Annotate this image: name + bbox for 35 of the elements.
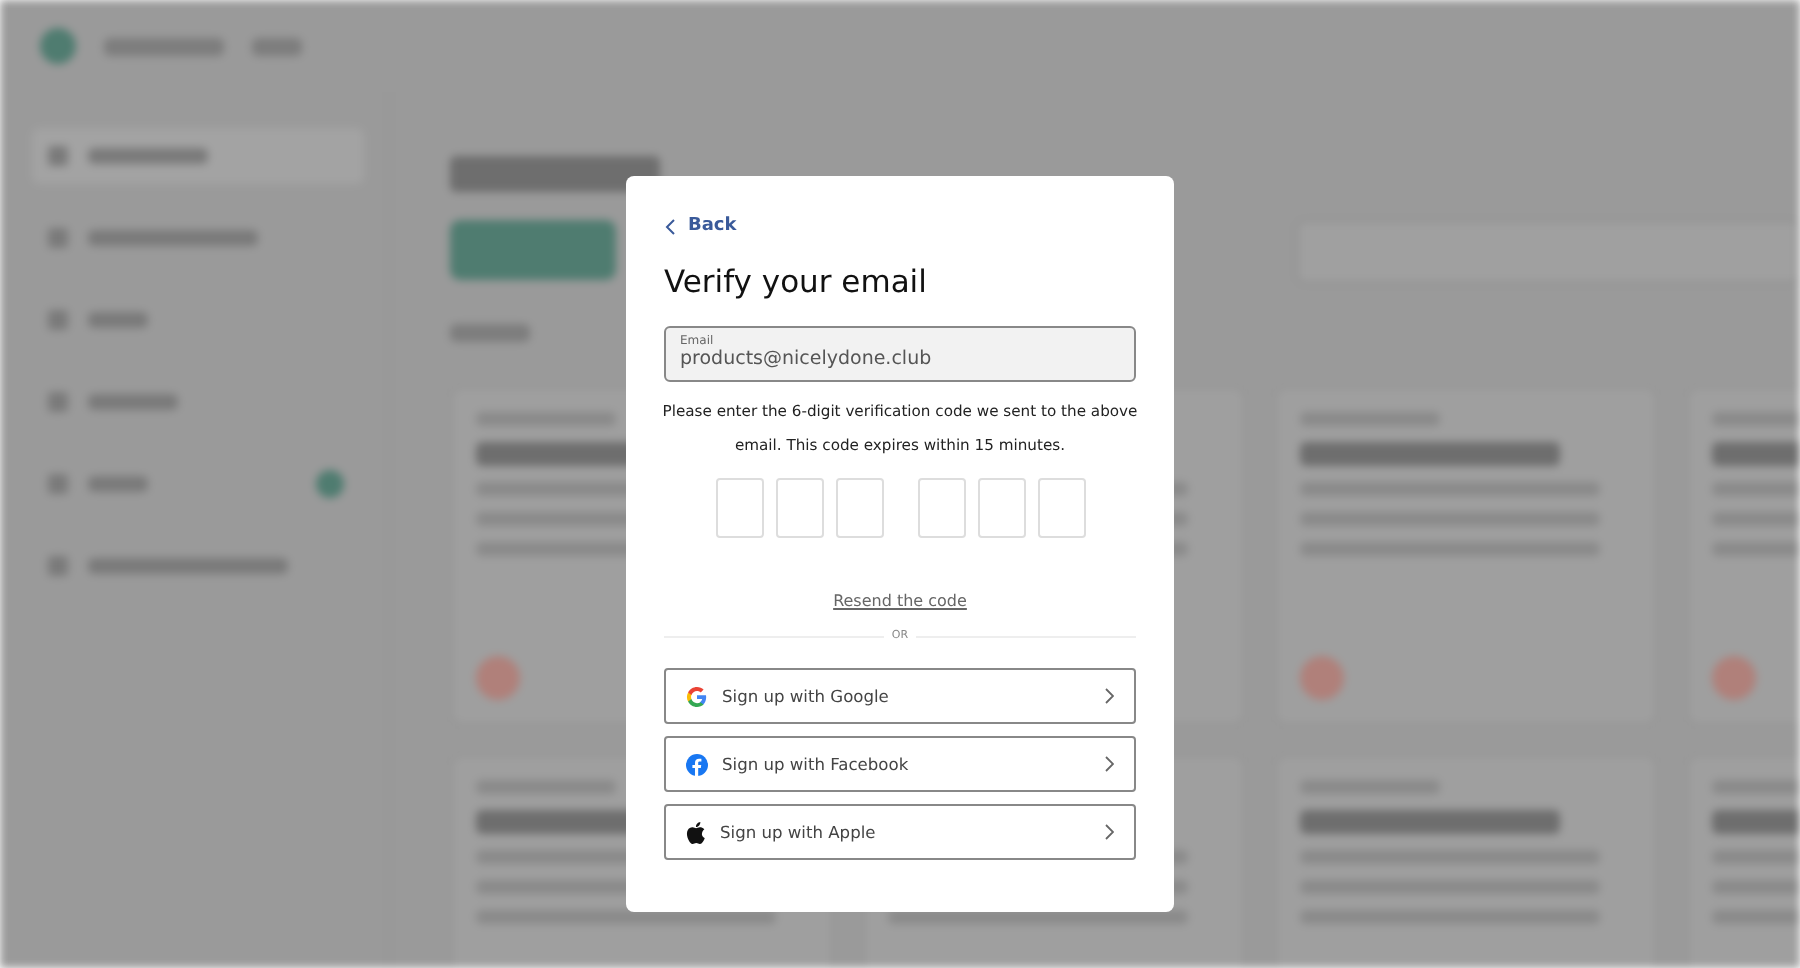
chevron-right-icon [1104, 824, 1114, 840]
blurred-badge [316, 470, 344, 498]
logo-icon [40, 28, 76, 64]
blurred-icon [48, 392, 68, 412]
facebook-f-icon [686, 753, 708, 775]
blurred-text-bar [88, 394, 178, 410]
sign-up-button[interactable]: Sign up with Google [664, 668, 1136, 724]
sign-up-button[interactable]: Sign up with Facebook [664, 736, 1136, 792]
blurred-icon [48, 556, 68, 576]
blurred-text-bar [88, 148, 208, 164]
chevron-left-icon [664, 217, 676, 235]
code-digit-field[interactable] [835, 478, 883, 538]
blurred-text-bar [88, 476, 148, 492]
google-g-icon [686, 685, 708, 707]
blurred-icon [48, 474, 68, 494]
chevron-right-icon [1104, 688, 1114, 704]
code-digit-field[interactable] [917, 478, 965, 538]
blurred-text-bar [450, 324, 530, 342]
blurred-icon [48, 228, 68, 248]
blurred-text-bar [252, 37, 302, 55]
blurred-icon [48, 310, 68, 330]
code-digit-field[interactable] [715, 478, 763, 538]
blurred-text-bar [88, 312, 148, 328]
apple-icon [686, 821, 706, 843]
code-digit-field[interactable] [775, 478, 823, 538]
back-link[interactable]: Back [664, 216, 737, 236]
sign-up-button[interactable]: Sign up with Apple [664, 804, 1136, 860]
code-digit-field[interactable] [977, 478, 1025, 538]
code-digit-field[interactable] [1037, 478, 1085, 538]
chevron-right-icon [1104, 756, 1114, 772]
resend-code-link[interactable]: Resend the code [833, 592, 967, 610]
dialog-title: Verify your email [664, 264, 929, 300]
blurred-icon [48, 146, 68, 166]
blurred-text-bar [104, 37, 224, 55]
email-input[interactable]: products@nicelydone.club [680, 348, 1120, 370]
